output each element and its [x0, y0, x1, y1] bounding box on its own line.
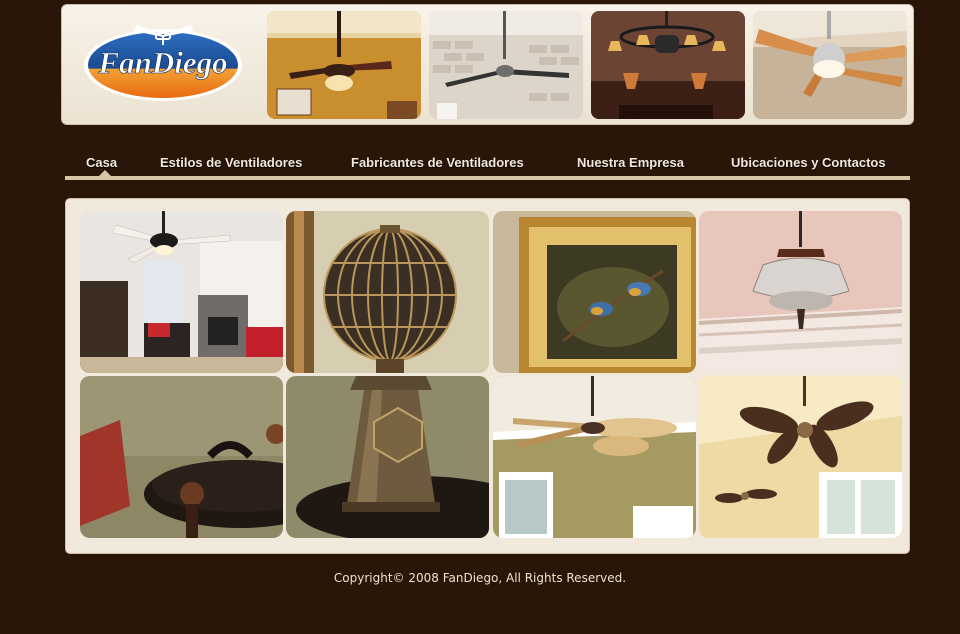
industrial-fan-image	[429, 11, 583, 119]
globe-cage-fan-image	[286, 211, 489, 373]
gallery-photo-palm-fan[interactable]	[493, 376, 696, 538]
fan-light-kit-image	[267, 11, 421, 119]
wicker-leaf-fans-image	[699, 376, 902, 538]
bronze-fan-base-image	[286, 376, 489, 538]
gallery-photo-living-room[interactable]	[80, 211, 283, 373]
gallery-photo-fan-base[interactable]	[286, 376, 489, 538]
header-photo-1	[267, 11, 421, 119]
nav-item-empresa[interactable]: Nuestra Empresa	[577, 155, 684, 170]
gallery-photo-globe-fan-top[interactable]	[286, 211, 489, 373]
fandiego-logo[interactable]: FanDiego	[82, 23, 244, 103]
header-photo-2	[429, 11, 583, 119]
living-room-fan-image	[80, 211, 283, 373]
main-nav: Casa Estilos de Ventiladores Fabricantes…	[65, 150, 910, 182]
header-photo-4	[753, 11, 907, 119]
palm-leaf-fan-image	[493, 376, 696, 538]
logo-graphic: FanDiego	[84, 24, 242, 101]
bird-painting-image	[493, 211, 696, 373]
nav-item-ubicaciones[interactable]: Ubicaciones y Contactos	[731, 155, 886, 170]
nav-underline	[65, 176, 910, 180]
gallery-photo-bird-painting[interactable]	[493, 211, 696, 373]
footer-copyright: Copyright© 2008 FanDiego, All Rights Res…	[333, 571, 627, 585]
header-photo-3	[591, 11, 745, 119]
dark-tray-image	[80, 376, 283, 538]
gallery-photo-wicker-fans[interactable]	[699, 376, 902, 538]
chandelier-fan-image	[591, 11, 745, 119]
header-banner: FanDiego	[61, 4, 914, 125]
ornate-light-fixture-image	[699, 211, 902, 373]
nav-item-fabricantes[interactable]: Fabricantes de Ventiladores	[351, 155, 524, 170]
modern-wood-fan-image	[753, 11, 907, 119]
nav-item-estilos[interactable]: Estilos de Ventiladores	[160, 155, 302, 170]
nav-item-casa[interactable]: Casa	[86, 155, 117, 170]
photo-gallery	[65, 198, 910, 554]
logo-wordmark: FanDiego	[97, 45, 227, 80]
gallery-photo-tray[interactable]	[80, 376, 283, 538]
gallery-photo-ornate-light[interactable]	[699, 211, 902, 373]
